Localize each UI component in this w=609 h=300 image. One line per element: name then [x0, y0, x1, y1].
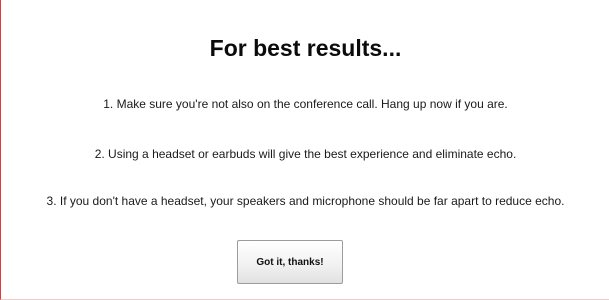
dialog-container: For best results... 1. Make sure you're … [0, 0, 609, 300]
instruction-item-1: 1. Make sure you're not also on the conf… [103, 97, 508, 111]
instruction-item-2: 2. Using a headset or earbuds will give … [94, 147, 517, 161]
dialog-title: For best results... [209, 35, 402, 61]
got-it-button[interactable]: Got it, thanks! [237, 240, 343, 284]
instruction-item-3: 3. If you don't have a headset, your spe… [46, 194, 565, 208]
